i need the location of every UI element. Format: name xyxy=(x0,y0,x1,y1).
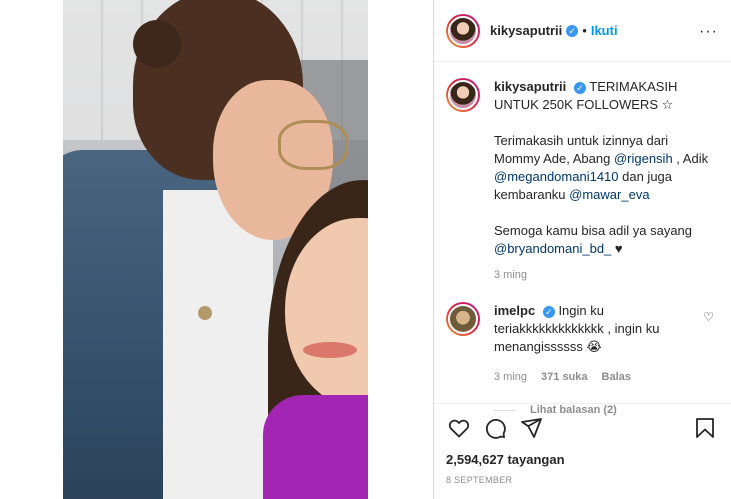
caption-p1-b: , Adik xyxy=(672,151,709,166)
mention-mawar-eva[interactable]: @mawar_eva xyxy=(569,187,649,202)
caption-text: kikysaputrii ✓ TERIMAKASIH UNTUK 250K FO… xyxy=(494,78,716,284)
post-viewer: kikysaputrii ✓ • Ikuti ··· kikysaputrii … xyxy=(0,0,731,499)
mention-bryandomani[interactable]: @bryandomani_bd_ xyxy=(494,241,611,256)
comment-reply-button[interactable]: Balas xyxy=(602,368,631,386)
mention-megandomani[interactable]: @megandomani1410 xyxy=(494,169,619,184)
video-glasses xyxy=(278,120,348,170)
caption-p2-a: Semoga kamu bisa adil ya sayang xyxy=(494,223,693,238)
caption-avatar-image xyxy=(448,80,478,110)
post-panel: kikysaputrii ✓ • Ikuti ··· kikysaputrii … xyxy=(433,0,731,499)
caption-p2-b: ♥ xyxy=(611,241,623,256)
commenter-verified-icon: ✓ xyxy=(542,305,555,318)
video-woman-lips xyxy=(303,342,357,358)
media-area xyxy=(0,0,433,499)
share-paper-plane-icon[interactable] xyxy=(518,416,544,440)
caption: kikysaputrii ✓ TERIMAKASIH UNTUK 250K FO… xyxy=(446,78,718,284)
post-header: kikysaputrii ✓ • Ikuti ··· xyxy=(434,0,731,62)
caption-verified-icon: ✓ xyxy=(573,81,586,94)
video-woman-top xyxy=(263,395,368,499)
comment-like-heart-icon[interactable]: ♡ xyxy=(703,310,714,324)
comment-body: imelpc ✓ Ingin ku teriakkkkkkkkkkkkk , i… xyxy=(494,302,694,386)
action-icons xyxy=(446,416,718,440)
video-person-bun xyxy=(133,20,181,68)
comment-bubble-icon[interactable] xyxy=(482,416,508,440)
comment-time[interactable]: 3 ming xyxy=(494,368,527,386)
comment-likes[interactable]: 371 suka xyxy=(541,368,587,386)
author-username[interactable]: kikysaputrii xyxy=(490,23,562,38)
author-avatar-image xyxy=(448,15,478,46)
video-pendant xyxy=(198,306,212,320)
save-bookmark-icon[interactable] xyxy=(692,416,718,440)
post-actions: 2,594,627 tayangan 8 SEPTEMBER xyxy=(434,403,731,485)
post-date[interactable]: 8 SEPTEMBER xyxy=(446,475,718,485)
commenter-avatar-image xyxy=(448,304,478,334)
caption-time[interactable]: 3 ming xyxy=(494,266,716,284)
like-heart-icon[interactable] xyxy=(446,416,472,440)
post-video[interactable] xyxy=(63,0,368,499)
view-count[interactable]: 2,594,627 tayangan xyxy=(446,452,718,467)
caption-avatar[interactable] xyxy=(446,78,480,112)
commenter-avatar[interactable] xyxy=(446,302,480,336)
mention-rigensih[interactable]: @rigensih xyxy=(614,151,673,166)
follow-button[interactable]: Ikuti xyxy=(591,23,618,38)
more-options-icon[interactable]: ··· xyxy=(699,23,718,41)
author-avatar[interactable] xyxy=(446,13,480,48)
comment-item: imelpc ✓ Ingin ku teriakkkkkkkkkkkkk , i… xyxy=(446,302,718,386)
comments-section[interactable]: kikysaputrii ✓ TERIMAKASIH UNTUK 250K FO… xyxy=(434,62,731,416)
comment-meta: 3 ming 371 suka Balas xyxy=(494,368,694,386)
verified-badge-icon: ✓ xyxy=(566,24,579,37)
header-separator: • xyxy=(582,23,587,38)
caption-username[interactable]: kikysaputrii xyxy=(494,79,566,94)
commenter-username[interactable]: imelpc xyxy=(494,303,535,318)
